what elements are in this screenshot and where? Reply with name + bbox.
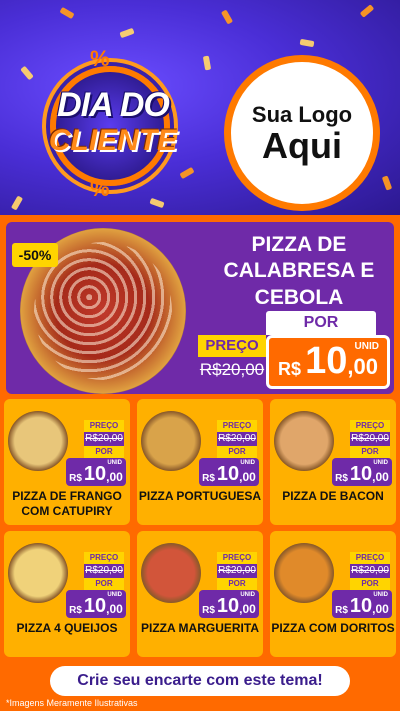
price-decimal: ,00 (239, 602, 256, 616)
featured-product-name: PIZZA DE CALABRESA E CEBOLA (223, 233, 375, 309)
unid-label: UNID (354, 341, 379, 352)
price-integer: 10 (305, 340, 348, 382)
logo-placeholder: Sua Logo Aqui (224, 55, 380, 211)
price-decimal: ,00 (347, 354, 378, 379)
product-price: UNID R$ 10 ,00 (332, 458, 392, 486)
product-price: UNID R$ 10 ,00 (199, 458, 259, 486)
logo-line2: Aqui (262, 125, 342, 166)
preco-label: PREÇO (198, 335, 266, 357)
percent-icon: % (90, 46, 110, 71)
product-pizza-image (8, 543, 68, 603)
price-decimal: ,00 (239, 470, 256, 484)
por-label: POR (217, 578, 257, 590)
por-label: POR (350, 578, 390, 590)
confetti (10, 195, 24, 211)
price-integer: 10 (349, 595, 373, 617)
old-price: R$20,00 (350, 432, 390, 446)
dia-do-cliente-badge: % % DIA DO CLIENTE (28, 46, 188, 201)
currency: R$ (335, 473, 348, 484)
featured-price: UNID R$ 10 ,00 (266, 335, 390, 389)
product-name: PIZZA DE BACON (282, 489, 384, 503)
preco-label: PREÇO (350, 552, 390, 564)
product-pizza-image (141, 543, 201, 603)
product-pizza-image (274, 411, 334, 471)
price-integer: 10 (83, 595, 107, 617)
product-name: PIZZA DE FRANGO COM CATUPIRY (12, 489, 122, 518)
confetti (59, 6, 75, 20)
unid-label: UNID (373, 460, 388, 466)
product-price: UNID R$ 10 ,00 (199, 590, 259, 618)
unid-label: UNID (240, 460, 255, 466)
confetti (381, 175, 393, 191)
disclaimer: *Imagens Meramente Ilustrativas (6, 698, 138, 708)
por-label: POR (217, 446, 257, 458)
currency: R$ (335, 605, 348, 616)
old-price: R$20,00 (217, 432, 257, 446)
currency: R$ (69, 473, 82, 484)
price-decimal: ,00 (106, 602, 123, 616)
confetti (149, 197, 165, 209)
old-price: R$20,00 (217, 564, 257, 578)
percent-icon: % (90, 176, 110, 201)
product-price: UNID R$ 10 ,00 (332, 590, 392, 618)
confetti (119, 27, 135, 39)
product-pizza-image (141, 411, 201, 471)
product-pizza-image (274, 543, 334, 603)
price-decimal: ,00 (372, 470, 389, 484)
price-integer: 10 (216, 595, 240, 617)
badge-line2: CLIENTE (48, 124, 178, 157)
unid-label: UNID (373, 592, 388, 598)
product-price: UNID R$ 10 ,00 (66, 458, 126, 486)
currency: R$ (278, 359, 302, 379)
preco-label: PREÇO (84, 552, 124, 564)
price-integer: 10 (216, 463, 240, 485)
confetti (220, 9, 234, 25)
confetti (299, 38, 315, 48)
por-label: POR (84, 446, 124, 458)
preco-label: PREÇO (84, 420, 124, 432)
currency: R$ (202, 473, 215, 484)
product-name: PIZZA PORTUGUESA (138, 489, 262, 503)
currency: R$ (69, 605, 82, 616)
preco-label: PREÇO (217, 552, 257, 564)
price-integer: 10 (349, 463, 373, 485)
old-price: R$20,00 (198, 357, 266, 383)
currency: R$ (202, 605, 215, 616)
por-label: POR (84, 578, 124, 590)
product-price: UNID R$ 10 ,00 (66, 590, 126, 618)
product-name: PIZZA 4 QUEIJOS (16, 621, 118, 635)
unid-label: UNID (107, 592, 122, 598)
preco-label: PREÇO (350, 420, 390, 432)
por-label: POR (266, 311, 376, 335)
product-name: PIZZA MARGUERITA (141, 621, 259, 635)
old-price: R$20,00 (350, 564, 390, 578)
old-price: R$20,00 (84, 564, 124, 578)
product-name: PIZZA COM DORITOS (271, 621, 395, 635)
unid-label: UNID (107, 460, 122, 466)
price-decimal: ,00 (372, 602, 389, 616)
price-integer: 10 (83, 463, 107, 485)
por-label: POR (350, 446, 390, 458)
preco-label: PREÇO (217, 420, 257, 432)
badge-line1: DIA DO (57, 86, 170, 124)
old-price: R$20,00 (84, 432, 124, 446)
unid-label: UNID (240, 592, 255, 598)
price-decimal: ,00 (106, 470, 123, 484)
confetti (202, 55, 212, 71)
cta-banner: Crie seu encarte com este tema! (50, 666, 350, 696)
discount-badge: -50% (12, 243, 58, 267)
confetti (359, 4, 375, 18)
product-pizza-image (8, 411, 68, 471)
header-banner: % % DIA DO CLIENTE Sua Logo Aqui (0, 0, 400, 215)
